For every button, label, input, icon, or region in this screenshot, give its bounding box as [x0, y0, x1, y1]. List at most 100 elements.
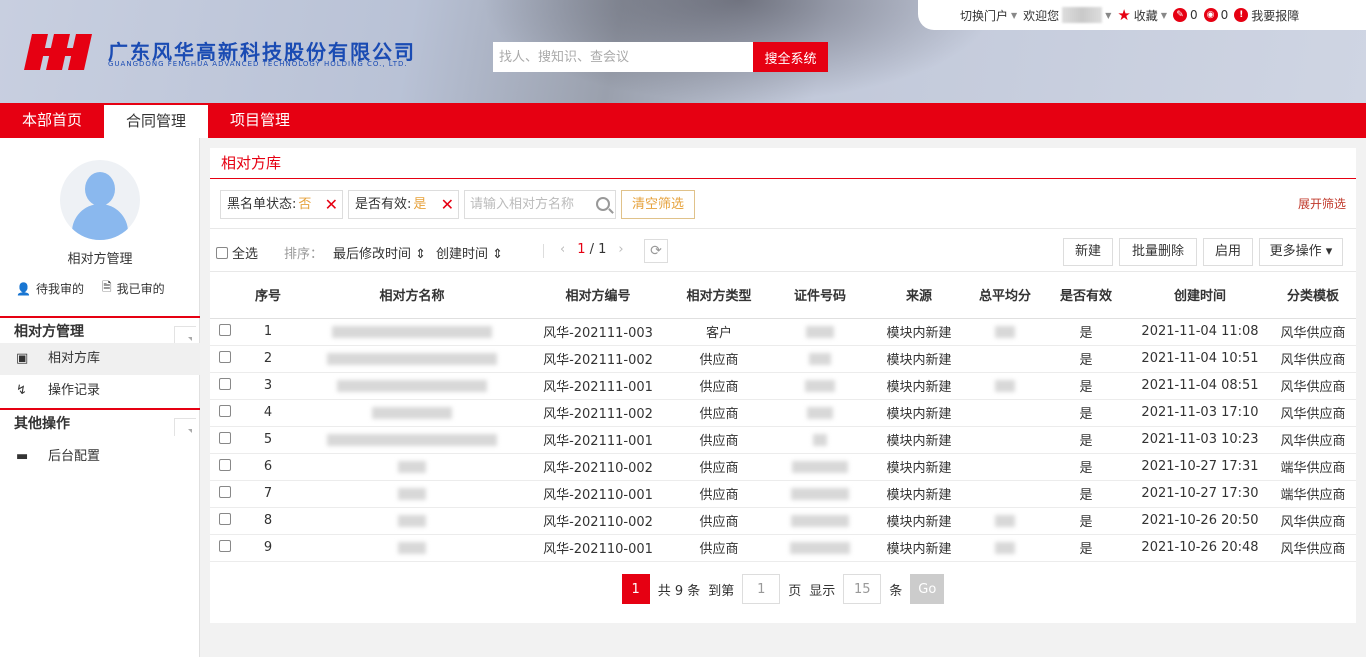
- cell-name[interactable]: [296, 426, 528, 454]
- collapse-toggle-icon[interactable]: [174, 418, 196, 436]
- go-button[interactable]: Go: [910, 574, 945, 604]
- col-source[interactable]: 来源: [870, 272, 968, 319]
- sidebar-item-counterparty-library[interactable]: ▣ 相对方库: [0, 343, 200, 375]
- sidebar-section-counterparty[interactable]: 相对方管理: [0, 316, 200, 346]
- checkbox[interactable]: [219, 431, 231, 444]
- row-checkbox-cell[interactable]: [210, 426, 240, 454]
- sidebar-item-label: 后台配置: [48, 449, 101, 464]
- checkbox[interactable]: [216, 246, 228, 259]
- table-row[interactable]: 3 风华-202111-001 供应商 模块内新建 是 2021-11-04 08:51 风…: [210, 372, 1356, 400]
- col-id-number[interactable]: 证件号码: [770, 272, 870, 319]
- filter-chip-valid[interactable]: 是否有效: 是 ✕: [348, 190, 459, 219]
- page-number-button[interactable]: 1: [621, 574, 650, 604]
- col-type[interactable]: 相对方类型: [668, 272, 770, 319]
- enable-button[interactable]: 启用: [1203, 238, 1253, 266]
- more-actions-button[interactable]: 更多操作 ▾: [1259, 238, 1343, 266]
- global-search-input[interactable]: [493, 42, 753, 72]
- page-size-input[interactable]: 15: [843, 574, 882, 604]
- todo-counter[interactable]: ✎ 0: [1172, 8, 1198, 22]
- checkbox[interactable]: [219, 323, 231, 336]
- col-index[interactable]: 序号: [240, 272, 296, 319]
- counterparty-search-input[interactable]: 请输入相对方名称: [464, 190, 616, 219]
- refresh-button[interactable]: ⟳: [644, 239, 668, 263]
- select-all-checkbox[interactable]: 全选: [216, 243, 258, 262]
- welcome-user[interactable]: 欢迎您 ▼: [1023, 7, 1111, 24]
- cell-name[interactable]: [296, 399, 528, 427]
- row-checkbox-cell[interactable]: [210, 453, 240, 481]
- collapse-toggle-icon[interactable]: [174, 326, 196, 344]
- row-checkbox-cell[interactable]: [210, 372, 240, 400]
- search-icon[interactable]: [596, 197, 610, 211]
- cell-name[interactable]: [296, 534, 528, 562]
- checkbox[interactable]: [219, 485, 231, 498]
- col-created[interactable]: 创建时间: [1130, 272, 1270, 319]
- goto-page-input[interactable]: 1: [742, 574, 781, 604]
- cell-name[interactable]: [296, 453, 528, 481]
- favorites-menu[interactable]: ★ 收藏 ▼: [1117, 6, 1167, 24]
- table-row[interactable]: 7 风华-202110-001 供应商 模块内新建 是 2021-10-27 17:30 端…: [210, 480, 1356, 508]
- checkbox[interactable]: [219, 539, 231, 552]
- global-search-button[interactable]: 搜全系统: [753, 42, 828, 72]
- table-row[interactable]: 9 风华-202110-001 供应商 模块内新建 是 2021-10-26 20:48 风…: [210, 534, 1356, 562]
- reviewed-link[interactable]: 🗎 我已审的: [102, 278, 165, 299]
- col-valid[interactable]: 是否有效: [1042, 272, 1130, 319]
- row-checkbox-cell[interactable]: [210, 534, 240, 562]
- switch-portal-menu[interactable]: 切换门户 ▼: [960, 7, 1017, 24]
- checkbox[interactable]: [219, 350, 231, 363]
- tab-project-management[interactable]: 项目管理: [208, 103, 312, 138]
- table-row[interactable]: 5 风华-202111-001 供应商 模块内新建 是 2021-11-03 10:23 风…: [210, 426, 1356, 454]
- cell-name[interactable]: [296, 372, 528, 400]
- sort-by-created[interactable]: 创建时间 ⇕: [436, 243, 503, 262]
- cell-name[interactable]: [296, 318, 528, 346]
- cell-name[interactable]: [296, 507, 528, 535]
- close-icon[interactable]: ✕: [325, 191, 338, 218]
- table-row[interactable]: 6 风华-202110-002 供应商 模块内新建 是 2021-10-27 17:31 端…: [210, 453, 1356, 481]
- checkbox[interactable]: [219, 404, 231, 417]
- table-row[interactable]: 4 风华-202111-002 供应商 模块内新建 是 2021-11-03 17:10 风…: [210, 399, 1356, 427]
- col-avg-score[interactable]: 总平均分: [968, 272, 1042, 319]
- expand-filters-link[interactable]: 展开筛选: [1298, 195, 1346, 212]
- sort-by-modified[interactable]: 最后修改时间 ⇕: [333, 243, 426, 262]
- checkbox[interactable]: [219, 512, 231, 525]
- table-row[interactable]: 1 风华-202111-003 客户 模块内新建 是 2021-11-04 11:08 风华…: [210, 318, 1356, 346]
- read-counter[interactable]: ◉ 0: [1203, 8, 1228, 22]
- cell-avg-score: [968, 453, 1042, 481]
- cell-name[interactable]: [296, 480, 528, 508]
- clear-filters-button[interactable]: 清空筛选: [621, 190, 695, 219]
- tab-contract-management[interactable]: 合同管理: [104, 105, 209, 138]
- sidebar-section-other[interactable]: 其他操作: [0, 408, 200, 438]
- table-row[interactable]: 2 风华-202111-002 供应商 模块内新建 是 2021-11-04 10:51 风…: [210, 345, 1356, 373]
- redacted-id: [791, 487, 849, 500]
- table-row[interactable]: 8 风华-202110-002 供应商 模块内新建 是 2021-10-26 20:50 风…: [210, 507, 1356, 535]
- row-checkbox-cell[interactable]: [210, 318, 240, 346]
- cell-source: 模块内新建: [870, 534, 968, 562]
- row-checkbox-cell[interactable]: [210, 345, 240, 373]
- row-checkbox-cell[interactable]: [210, 399, 240, 427]
- report-issue-link[interactable]: ! 我要报障: [1234, 7, 1299, 24]
- cell-template: 端华供应商: [1270, 480, 1356, 508]
- cell-source: 模块内新建: [870, 426, 968, 454]
- chevron-left-icon[interactable]: ‹: [560, 242, 565, 257]
- redacted-id: [805, 379, 835, 392]
- row-checkbox-cell[interactable]: [210, 507, 240, 535]
- monitor-icon: ▬: [16, 449, 29, 464]
- pending-review-link[interactable]: 👤 待我审的: [16, 278, 84, 299]
- sidebar-item-backend-config[interactable]: ▬ 后台配置: [0, 441, 200, 473]
- user-icon: 👤: [16, 281, 31, 296]
- filter-chip-blacklist[interactable]: 黑名单状态: 否 ✕: [220, 190, 343, 219]
- filter-label: 黑名单状态:: [227, 197, 297, 212]
- new-button[interactable]: 新建: [1063, 238, 1113, 266]
- close-icon[interactable]: ✕: [441, 191, 454, 218]
- col-code[interactable]: 相对方编号: [528, 272, 668, 319]
- checkbox[interactable]: [219, 458, 231, 471]
- chevron-right-icon[interactable]: ›: [618, 242, 623, 257]
- row-checkbox-cell[interactable]: [210, 480, 240, 508]
- cell-name[interactable]: [296, 345, 528, 373]
- checkbox[interactable]: [219, 377, 231, 390]
- col-template[interactable]: 分类模板: [1270, 272, 1356, 319]
- batch-delete-button[interactable]: 批量删除: [1119, 238, 1197, 266]
- sidebar-item-operation-records[interactable]: ↯ 操作记录: [0, 375, 200, 407]
- col-name[interactable]: 相对方名称: [296, 272, 528, 319]
- tab-home[interactable]: 本部首页: [0, 103, 104, 138]
- redacted-id: [809, 352, 831, 365]
